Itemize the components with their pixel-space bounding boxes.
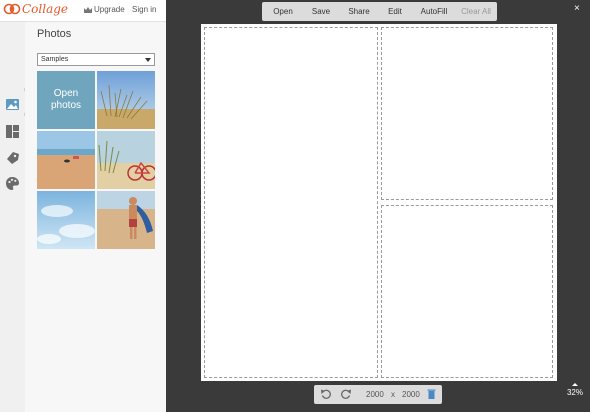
top-bar: Collage Upgrade Sign in: [0, 0, 166, 22]
collage-cell-top-right[interactable]: [381, 27, 553, 200]
share-button[interactable]: Share: [338, 7, 380, 16]
canvas-width[interactable]: 2000: [366, 390, 384, 399]
sky-clouds-photo[interactable]: [37, 191, 95, 249]
zoom-up-icon: [572, 383, 578, 386]
open-photos-button[interactable]: Open photos: [37, 71, 95, 129]
beach-photo[interactable]: [37, 131, 95, 189]
dimension-separator: x: [391, 390, 395, 399]
edit-button[interactable]: Edit: [380, 7, 410, 16]
crown-icon: [84, 6, 92, 13]
dune-grass-photo[interactable]: [97, 71, 155, 129]
trash-icon[interactable]: [427, 388, 436, 400]
bicycle-dune-photo[interactable]: [97, 131, 155, 189]
undo-icon[interactable]: [320, 388, 332, 400]
autofill-button[interactable]: AutoFill: [410, 7, 458, 16]
chevron-down-icon: [145, 58, 151, 62]
zoom-level: 32%: [566, 388, 583, 397]
bottom-toolbar: 2000 x 2000: [314, 385, 442, 404]
panel-title: Photos: [37, 28, 72, 40]
layouts-icon[interactable]: [5, 124, 20, 139]
photo-source-select[interactable]: Samples: [37, 53, 155, 66]
collage-cell-bottom-right[interactable]: [381, 205, 553, 378]
sidebar: Collage Upgrade Sign in Photos Samples O…: [0, 0, 166, 412]
photos-panel: Photos Samples Open photos: [25, 22, 166, 412]
tool-rail: [0, 22, 25, 412]
collage-cell-left[interactable]: [204, 27, 378, 378]
zoom-indicator[interactable]: 32%: [566, 383, 584, 397]
logo[interactable]: Collage: [3, 2, 68, 16]
collage-canvas: [201, 24, 557, 381]
upgrade-link[interactable]: Upgrade: [84, 5, 125, 14]
upgrade-label: Upgrade: [94, 5, 125, 14]
collage-logo-icon: [3, 3, 21, 15]
close-button[interactable]: ×: [574, 3, 580, 14]
stickers-icon[interactable]: [5, 150, 20, 165]
redo-icon[interactable]: [340, 388, 352, 400]
boy-on-beach-photo[interactable]: [97, 191, 155, 249]
clear-all-button[interactable]: Clear All: [458, 7, 494, 16]
sign-in-link[interactable]: Sign in: [132, 5, 156, 14]
photos-icon[interactable]: [5, 97, 20, 112]
photo-source-value: Samples: [41, 56, 69, 63]
top-toolbar: Open Save Share Edit AutoFill Clear All: [262, 2, 497, 21]
palette-icon[interactable]: [5, 176, 20, 191]
logo-text: Collage: [22, 2, 69, 16]
open-button[interactable]: Open: [262, 7, 304, 16]
open-photos-label: Open photos: [50, 88, 82, 111]
save-button[interactable]: Save: [304, 7, 338, 16]
canvas-height[interactable]: 2000: [402, 390, 420, 399]
